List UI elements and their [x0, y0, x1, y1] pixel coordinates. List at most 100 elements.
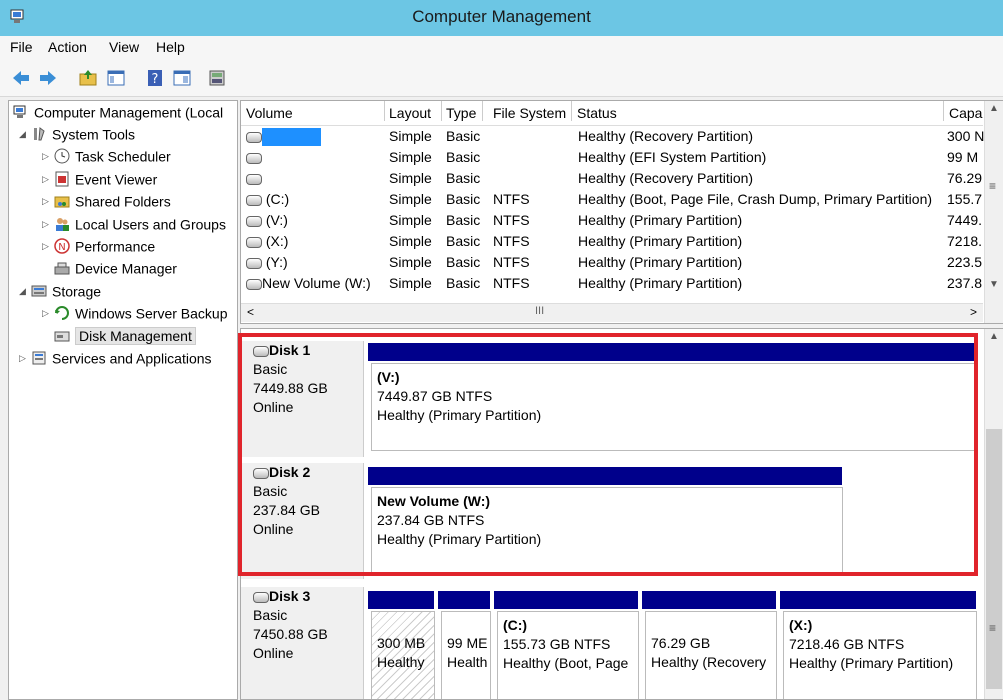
volume-layout: Simple: [389, 149, 432, 165]
column-header-volume[interactable]: Volume: [241, 101, 385, 121]
disk-3-label[interactable]: Disk 3 Basic 7450.88 GB Online: [241, 587, 364, 699]
scroll-thumb-grip-icon[interactable]: ≡: [989, 621, 996, 635]
column-header-status[interactable]: Status: [572, 101, 944, 121]
tree-item-computer-management[interactable]: Computer Management (Local: [13, 103, 223, 125]
back-arrow-icon[interactable]: [11, 68, 31, 88]
volume-status: Healthy (Primary Partition): [578, 212, 743, 228]
volume-layout: Simple: [389, 191, 432, 207]
partition-title: (X:): [789, 617, 813, 633]
scroll-left-icon[interactable]: <: [247, 305, 254, 319]
disk-settings-icon[interactable]: [207, 68, 227, 88]
scroll-thumb[interactable]: [986, 429, 1002, 689]
column-header-layout[interactable]: Layout: [384, 101, 442, 121]
collapsed-arrow-icon[interactable]: ▷: [42, 196, 54, 207]
tree-item-performance[interactable]: ▷ N Performance: [42, 237, 155, 259]
volume-list-vertical-scrollbar[interactable]: ▲ ≡ ▼: [984, 101, 1003, 323]
show-hide-tree-icon[interactable]: [106, 68, 126, 88]
volume-row[interactable]: Simple Basic Healthy (EFI System Partiti…: [241, 147, 983, 168]
menu-view[interactable]: View: [109, 39, 139, 55]
partition-x[interactable]: (X:) 7218.46 GB NTFS Healthy (Primary Pa…: [783, 611, 977, 699]
volume-row[interactable]: Simple Basic Healthy (Recovery Partition…: [241, 126, 984, 147]
collapsed-arrow-icon[interactable]: ▷: [42, 151, 54, 162]
expanded-arrow-icon[interactable]: ◢: [19, 286, 31, 297]
properties-pane-icon[interactable]: [172, 68, 192, 88]
shared-folder-icon: [54, 196, 70, 208]
partition-recovery-300mb[interactable]: 300 MB Healthy: [371, 611, 435, 699]
collapsed-arrow-icon[interactable]: ▷: [42, 308, 54, 319]
volume-capacity: 76.29: [947, 170, 983, 186]
scroll-up-icon[interactable]: ▲: [989, 103, 999, 114]
selected-tree-label: Disk Management: [75, 327, 196, 346]
tree-item-disk-management[interactable]: Disk Management: [54, 327, 196, 349]
partition-header-bar: [438, 591, 490, 609]
collapsed-arrow-icon[interactable]: ▷: [19, 353, 31, 364]
storage-icon: [31, 285, 47, 297]
users-icon: [56, 218, 69, 232]
scroll-thumb-grip[interactable]: III: [535, 305, 544, 317]
collapsed-arrow-icon[interactable]: ▷: [42, 174, 54, 185]
collapsed-arrow-icon[interactable]: ▷: [42, 241, 54, 252]
volume-list-header: Volume Layout Type File System Status Ca…: [241, 101, 983, 126]
volume-fs: NTFS: [493, 212, 530, 228]
partition-efi-99mb[interactable]: 99 ME Health: [441, 611, 491, 699]
volume-capacity: 7449.: [947, 212, 983, 228]
volume-type: Basic: [446, 170, 481, 186]
disk-view-vertical-scrollbar[interactable]: ▲ ≡: [984, 329, 1003, 699]
scroll-up-icon[interactable]: ▲: [989, 331, 999, 342]
volume-type: Basic: [446, 275, 481, 291]
scroll-down-icon[interactable]: ▼: [989, 279, 999, 290]
svg-text:?: ?: [152, 72, 159, 87]
menu-action[interactable]: Action: [48, 39, 87, 55]
volume-row[interactable]: Simple Basic Healthy (Recovery Partition…: [241, 168, 983, 189]
partition-size: 7218.46 GB NTFS: [789, 636, 905, 652]
volume-row[interactable]: (X:) Simple Basic NTFS Healthy (Primary …: [241, 231, 983, 252]
tree-item-task-scheduler[interactable]: ▷ Task Scheduler: [42, 147, 171, 169]
volume-list-horizontal-scrollbar[interactable]: < III >: [241, 303, 983, 322]
volume-status: Healthy (Primary Partition): [578, 275, 743, 291]
toolbar: ?: [0, 60, 1003, 97]
tools-icon: [34, 127, 45, 141]
tree-item-windows-server-backup[interactable]: ▷ Windows Server Backup: [42, 304, 228, 326]
partition-recovery-76gb[interactable]: 76.29 GB Healthy (Recovery: [645, 611, 777, 699]
volume-status: Healthy (Recovery Partition): [578, 170, 754, 186]
scroll-right-icon[interactable]: >: [970, 305, 977, 319]
tree-item-shared-folders[interactable]: ▷ Shared Folders: [42, 192, 171, 214]
tree-item-local-users[interactable]: ▷ Local Users and Groups: [42, 215, 226, 237]
drive-icon: [246, 236, 262, 248]
svg-text:N: N: [58, 242, 65, 253]
volume-row[interactable]: New Volume (W:) Simple Basic NTFS Health…: [241, 273, 983, 294]
help-icon[interactable]: ?: [145, 68, 165, 88]
tree-item-storage[interactable]: ◢ Storage: [19, 282, 101, 304]
column-header-type[interactable]: Type: [441, 101, 483, 121]
tree-item-system-tools[interactable]: ◢ System Tools: [19, 125, 135, 147]
collapsed-arrow-icon[interactable]: ▷: [42, 219, 54, 230]
menu-help[interactable]: Help: [156, 39, 185, 55]
drive-icon: [246, 278, 262, 290]
volume-row[interactable]: (Y:) Simple Basic NTFS Healthy (Primary …: [241, 252, 983, 273]
scroll-thumb-grip-icon[interactable]: ≡: [989, 179, 996, 193]
up-folder-icon[interactable]: [78, 68, 98, 88]
partition-status: Healthy (Primary Partition): [789, 655, 954, 671]
volume-name: New Volume (W:): [262, 275, 371, 291]
menu-file[interactable]: File: [10, 39, 33, 55]
volume-list: Volume Layout Type File System Status Ca…: [240, 100, 1003, 324]
tree-item-event-viewer[interactable]: ▷ Event Viewer: [42, 170, 157, 192]
disk-icon: [253, 591, 269, 603]
partition-status: Health: [447, 654, 488, 670]
disk-size: 7450.88 GB: [253, 626, 328, 642]
partition-header-bar: [780, 591, 976, 609]
volume-status: Healthy (Boot, Page File, Crash Dump, Pr…: [578, 191, 933, 207]
computer-icon: [13, 105, 26, 119]
forward-arrow-icon[interactable]: [38, 68, 58, 88]
tree-item-services-applications[interactable]: ▷ Services and Applications: [19, 349, 212, 371]
partition-status: Healthy (Recovery: [651, 654, 767, 670]
column-header-file-system[interactable]: File System: [488, 101, 572, 121]
volume-capacity: 223.5: [947, 254, 983, 270]
expanded-arrow-icon[interactable]: ◢: [19, 129, 31, 140]
partition-c[interactable]: (C:) 155.73 GB NTFS Healthy (Boot, Page: [497, 611, 639, 699]
column-header-capacity[interactable]: Capa: [944, 101, 989, 121]
volume-row[interactable]: (C:) Simple Basic NTFS Healthy (Boot, Pa…: [241, 189, 983, 210]
tree-item-device-manager[interactable]: Device Manager: [54, 259, 177, 281]
volume-row[interactable]: (V:) Simple Basic NTFS Healthy (Primary …: [241, 210, 983, 231]
volume-type: Basic: [446, 128, 481, 144]
